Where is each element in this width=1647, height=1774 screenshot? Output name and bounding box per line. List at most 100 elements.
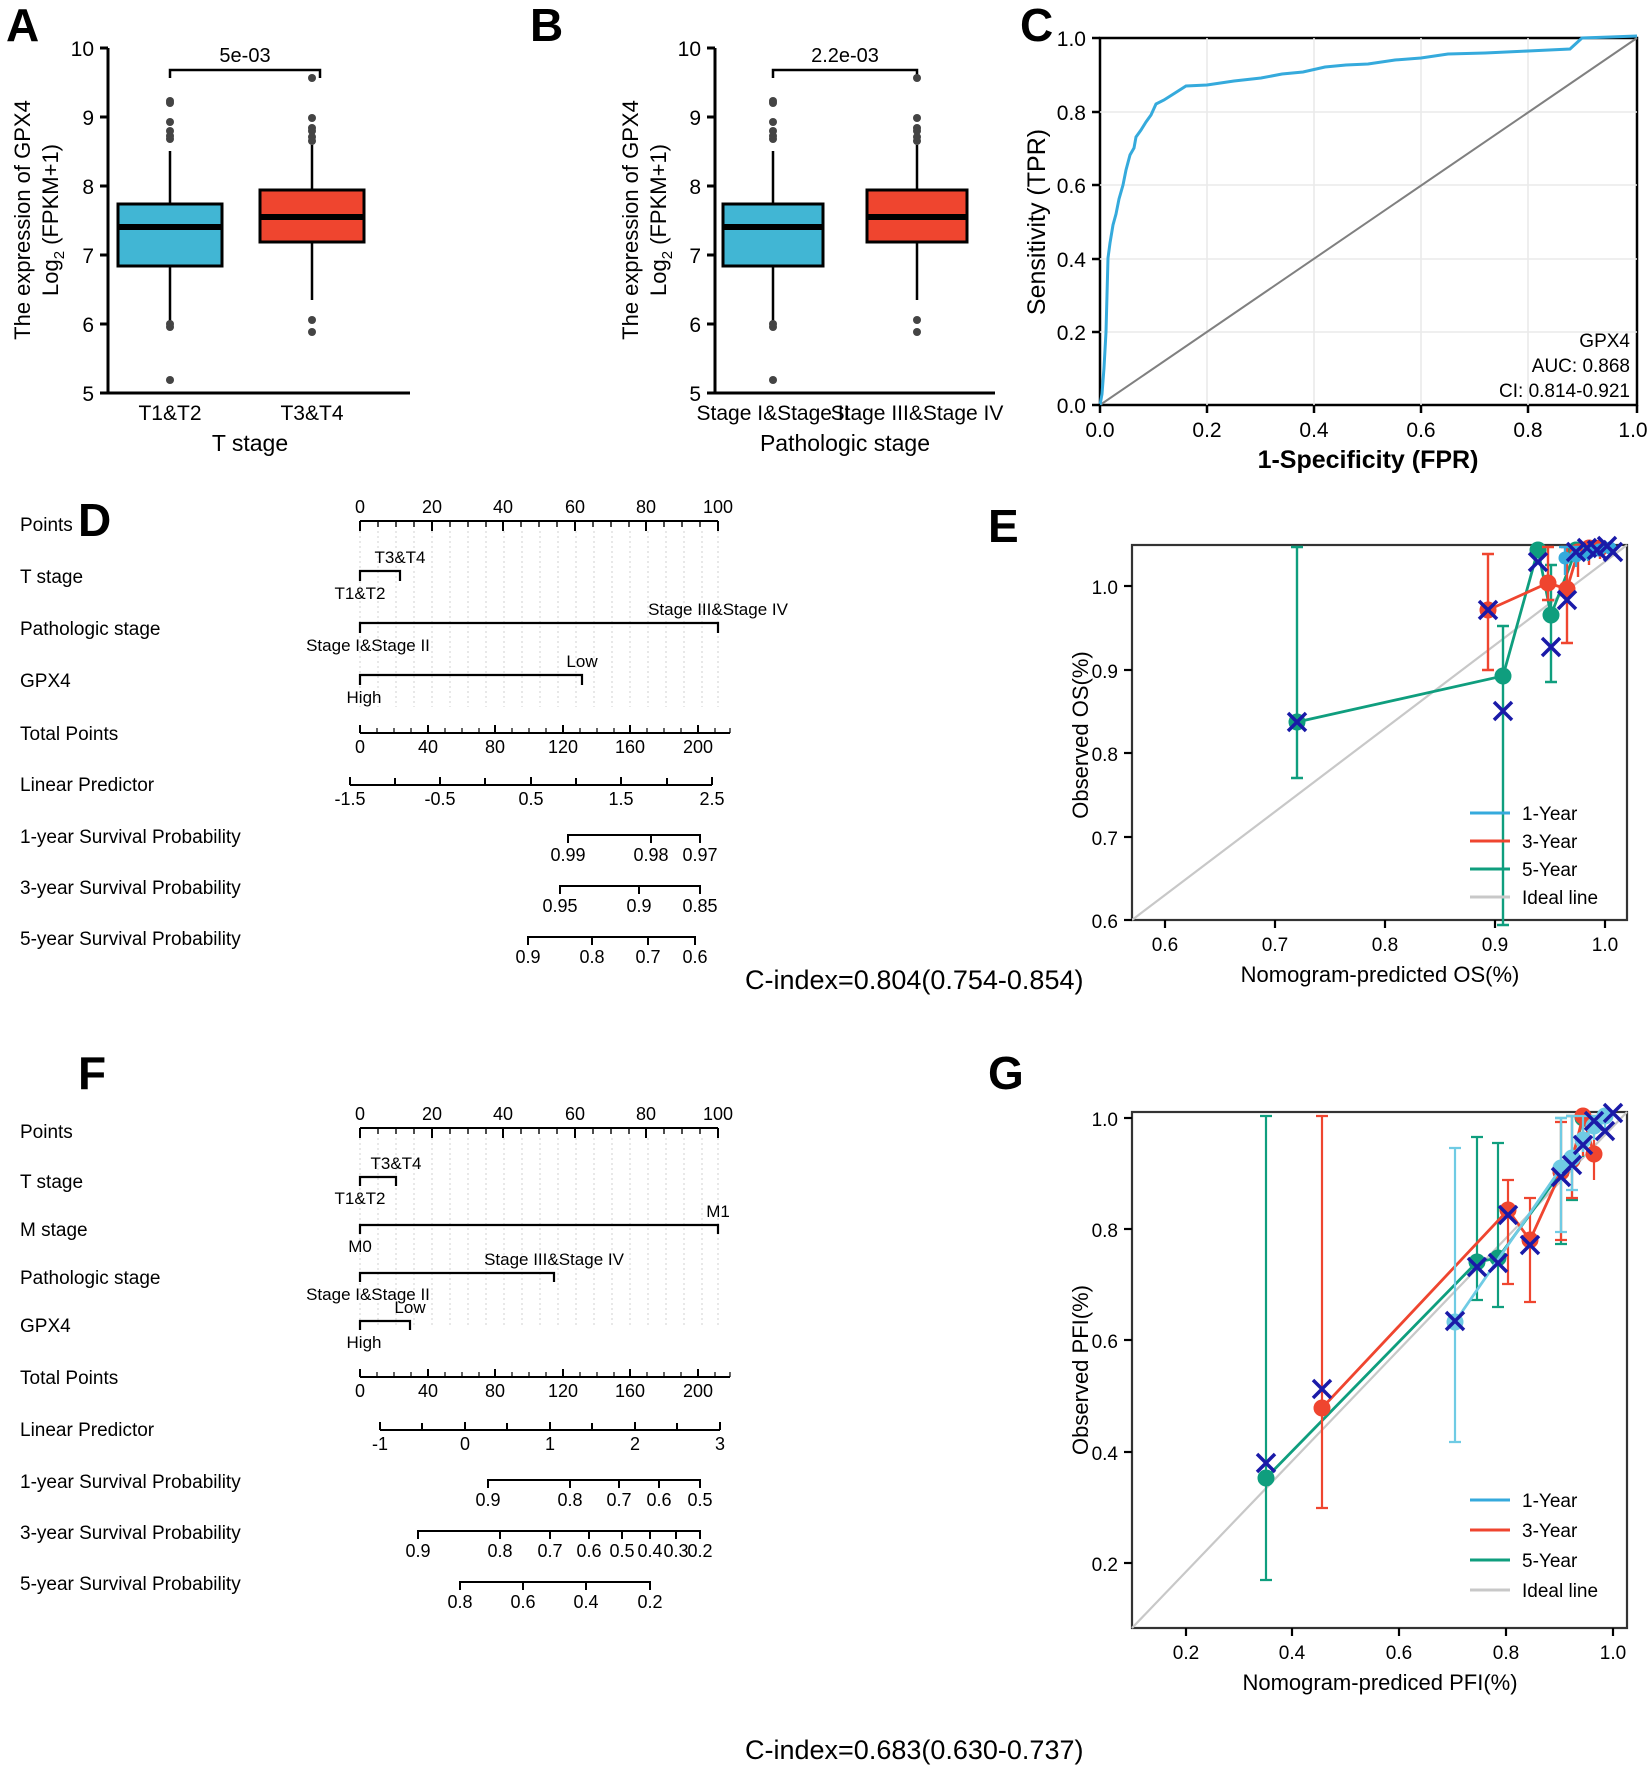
panel-g-legend-1year: 1-Year [1522,1491,1578,1512]
panel-b-xtick-1: Stage I&Stage II [697,402,850,425]
panel-f-lp-tick-2: 1 [545,1434,555,1454]
panel-f-surv3-tick-6: 0.3 [663,1541,688,1561]
panel-b: B 10 9 8 7 6 5 2.2e-03 Stage I&Stage II … [480,0,1003,470]
panel-e-calibration-plot: 0.6 0.7 0.8 0.9 1.0 0.6 0.7 0.8 0.9 1.0 … [1068,535,1629,987]
panel-f-surv1-axis [487,1479,701,1488]
panel-d-row-label-pathologic: Pathologic stage [20,619,161,640]
panel-a-xtick-2: T3&T4 [280,402,343,425]
panel-f-surv5-axis [459,1581,651,1590]
panel-g-ytick-3: 0.8 [1092,1221,1118,1242]
panel-f-row-label-surv5: 5-year Survival Probability [20,1574,241,1595]
panel-f-total-tick-0: 0 [355,1381,365,1401]
panel-g-xtick-0: 0.2 [1173,1643,1199,1664]
panel-f-tstage-right-label: T3&T4 [370,1154,421,1173]
panel-g-xtick-4: 1.0 [1600,1643,1626,1664]
panel-a-ytick-9: 9 [82,107,94,130]
panel-f-points-tick-0: 0 [355,1104,365,1124]
panel-b-yaxis-label-line2: Log2 (FPKM+1) [646,144,676,296]
panel-f-lp-tick-0: -1 [372,1434,388,1454]
panel-f-total-tick-80: 80 [485,1381,505,1401]
panel-g-yaxis-label: Observed PFI(%) [1068,1285,1093,1455]
panel-f-surv3-tick-3: 0.6 [576,1541,601,1561]
panel-g-ytick-1: 0.4 [1092,1444,1119,1465]
panel-c-yaxis-label: Sensitivity (TPR) [1023,129,1051,315]
panel-g-xtick-1: 0.4 [1279,1643,1306,1664]
panel-d-total-tick-200: 200 [683,737,713,757]
panel-b-xtick-2: Stage III&Stage IV [831,402,1004,425]
panel-f-row-label-mstage: M stage [20,1220,88,1241]
panel-d-row-label-total: Total Points [20,724,118,745]
panel-f-surv1-tick-1: 0.8 [557,1490,582,1510]
panel-c-ytick-3: 0.6 [1057,175,1086,198]
panel-f-row-label-tstage: T stage [20,1172,83,1193]
panel-f-surv1-tick-4: 0.5 [687,1490,712,1510]
panel-f-row-label-gpx4: GPX4 [20,1316,71,1337]
panel-d-total-tick-120: 120 [548,737,578,757]
panel-d-total-tick-80: 80 [485,737,505,757]
panel-f-surv5-tick-0: 0.8 [447,1592,472,1612]
panel-d-surv5-tick-2: 0.7 [635,947,660,967]
panel-d-surv3-tick-0: 0.95 [542,896,577,916]
panel-d-gpx4-right-label: Low [566,652,598,671]
panel-d-pathologic-right-label: Stage III&Stage IV [648,600,789,619]
panel-g-calibration-plot: 0.2 0.4 0.6 0.8 1.0 0.2 0.4 0.6 0.8 1.0 … [1068,1102,1629,1695]
panel-f-points-tick-80: 80 [636,1104,656,1124]
panel-f-mstage-left-label: M0 [348,1237,372,1256]
panel-f-surv3-tick-4: 0.5 [609,1541,634,1561]
panel-f-surv1-tick-2: 0.7 [606,1490,631,1510]
panel-b-label: B [530,0,564,51]
panel-f-surv5-tick-2: 0.4 [573,1592,598,1612]
panel-f-surv3-tick-7: 0.2 [687,1541,712,1561]
panel-c-ytick-1: 0.2 [1057,322,1086,345]
panel-d-surv5-tick-3: 0.6 [682,947,707,967]
panel-a-label: A [6,0,40,51]
panel-f-surv3-tick-0: 0.9 [405,1541,430,1561]
panel-e: E 0.6 0.7 0.8 0.9 1.0 0.6 0.7 0.8 0.9 1.… [970,495,1647,995]
panel-d-total-tick-160: 160 [615,737,645,757]
panel-f-pathologic-axis [358,1271,556,1282]
panel-a-ytick-10: 10 [71,38,94,61]
panel-a-pvalue: 5e-03 [219,45,270,67]
panel-d-surv5-tick-1: 0.8 [579,947,604,967]
panel-a: A 10 9 8 7 6 5 5e-03 T1&T2 T3&T4 T stage… [0,0,480,470]
panel-c-auc-label: AUC: 0.868 [1532,356,1630,377]
panel-f-gpx4-axis [358,1319,412,1330]
panel-g-ytick-0: 0.2 [1092,1555,1118,1576]
panel-d-total-tick-40: 40 [418,737,438,757]
panel-f-surv5-tick-1: 0.6 [510,1592,535,1612]
panel-c-xtick-3: 0.6 [1406,419,1435,442]
panel-a-ytick-5: 5 [82,383,94,406]
panel-f-total-tick-120: 120 [548,1381,578,1401]
panel-a-boxplot: 10 9 8 7 6 5 5e-03 T1&T2 T3&T4 T stage T… [10,38,410,456]
panel-d-surv3-tick-1: 0.9 [626,896,651,916]
panel-b-box-1 [721,97,825,384]
panel-f-surv3-tick-2: 0.7 [537,1541,562,1561]
panel-c-xtick-0: 0.0 [1085,419,1114,442]
panel-b-ytick-10: 10 [678,38,701,61]
panel-f-surv1-tick-0: 0.9 [475,1490,500,1510]
panel-d-surv1-tick-1: 0.98 [633,845,668,865]
panel-c: C 0.0 0.2 0.4 0.6 0.8 1.0 0.0 0.2 0.4 0.… [1000,0,1647,480]
panel-e-ytick-4: 1.0 [1092,578,1118,599]
panel-b-xaxis-label: Pathologic stage [760,430,930,456]
panel-b-boxplot: 10 9 8 7 6 5 2.2e-03 Stage I&Stage II St… [618,38,1003,456]
panel-g: G 0.2 0.4 0.6 0.8 1.0 0.2 0.4 0.6 0.8 1.… [970,1040,1647,1740]
panel-f-pathologic-right-label: Stage III&Stage IV [484,1250,625,1269]
panel-f-row-label-surv1: 1-year Survival Probability [20,1472,241,1493]
panel-e-ytick-2: 0.8 [1092,745,1118,766]
panel-f-lp-tick-4: 3 [715,1434,725,1454]
panel-d-tstage-left-label: T1&T2 [334,584,385,603]
panel-f-row-label-pathologic: Pathologic stage [20,1268,161,1289]
panel-b-ytick-8: 8 [689,176,701,199]
panel-a-ytick-8: 8 [82,176,94,199]
panel-f-total-tick-160: 160 [615,1381,645,1401]
panel-e-xtick-1: 0.7 [1262,935,1288,956]
panel-f-lp-tick-1: 0 [460,1434,470,1454]
panel-c-ytick-4: 0.8 [1057,102,1086,125]
panel-f-row-label-total: Total Points [20,1368,118,1389]
panel-c-xaxis-label: 1-Specificity (FPR) [1258,446,1479,474]
panel-f-row-label-points: Points [20,1122,73,1143]
panel-c-roc-plot: 0.0 0.2 0.4 0.6 0.8 1.0 0.0 0.2 0.4 0.6 … [1023,28,1647,474]
panel-d-lp-tick-3: 1.5 [608,789,633,809]
panel-d-nomogram: Points 0 20 40 60 80 100 T stage T3&T4 T… [20,497,789,967]
